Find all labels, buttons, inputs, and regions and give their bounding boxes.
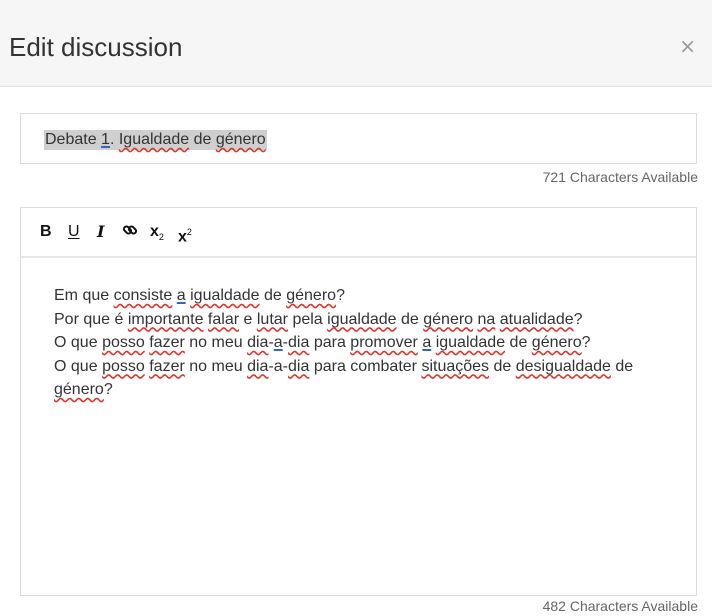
underline-button[interactable]: U	[68, 222, 80, 242]
discussion-title-input[interactable]: Debate 1. Igualdade de género	[20, 113, 697, 164]
body-line: Em que consiste a igualdade de género?	[54, 287, 345, 304]
italic-button[interactable]: I	[97, 222, 104, 242]
dialog-title: Edit discussion	[9, 32, 183, 62]
superscript-mark: 2	[186, 227, 192, 237]
subscript-base: x	[150, 223, 159, 240]
superscript-base: x	[178, 228, 187, 246]
dialog-header: Edit discussion ×	[0, 0, 712, 87]
editor-content[interactable]: Em que consiste a igualdade de género? P…	[54, 284, 654, 402]
close-icon[interactable]: ×	[679, 34, 696, 58]
bold-button[interactable]: B	[40, 222, 52, 242]
subscript-mark: 2	[158, 232, 164, 243]
superscript-button[interactable]: x2	[178, 222, 192, 247]
body-character-counter: 482 Characters Available	[542, 598, 698, 614]
title-character-counter: 721 Characters Available	[542, 169, 698, 185]
subscript-button[interactable]: x2	[150, 222, 164, 247]
body-line: Por que é importante falar e lutar pela …	[54, 310, 583, 328]
link-icon[interactable]	[122, 222, 138, 243]
link-icon-graphic	[122, 225, 138, 235]
formatting-toolbar: B U I x2 x2	[21, 208, 696, 258]
discussion-body-editor[interactable]: B U I x2 x2 Em que consiste a igualdade …	[20, 207, 697, 596]
discussion-title-value: Debate 1. Igualdade de género	[44, 130, 267, 150]
body-line: O que posso fazer no meu dia-a-dia para …	[54, 334, 591, 351]
body-line: O que posso fazer no meu dia-a-dia para …	[54, 357, 634, 399]
